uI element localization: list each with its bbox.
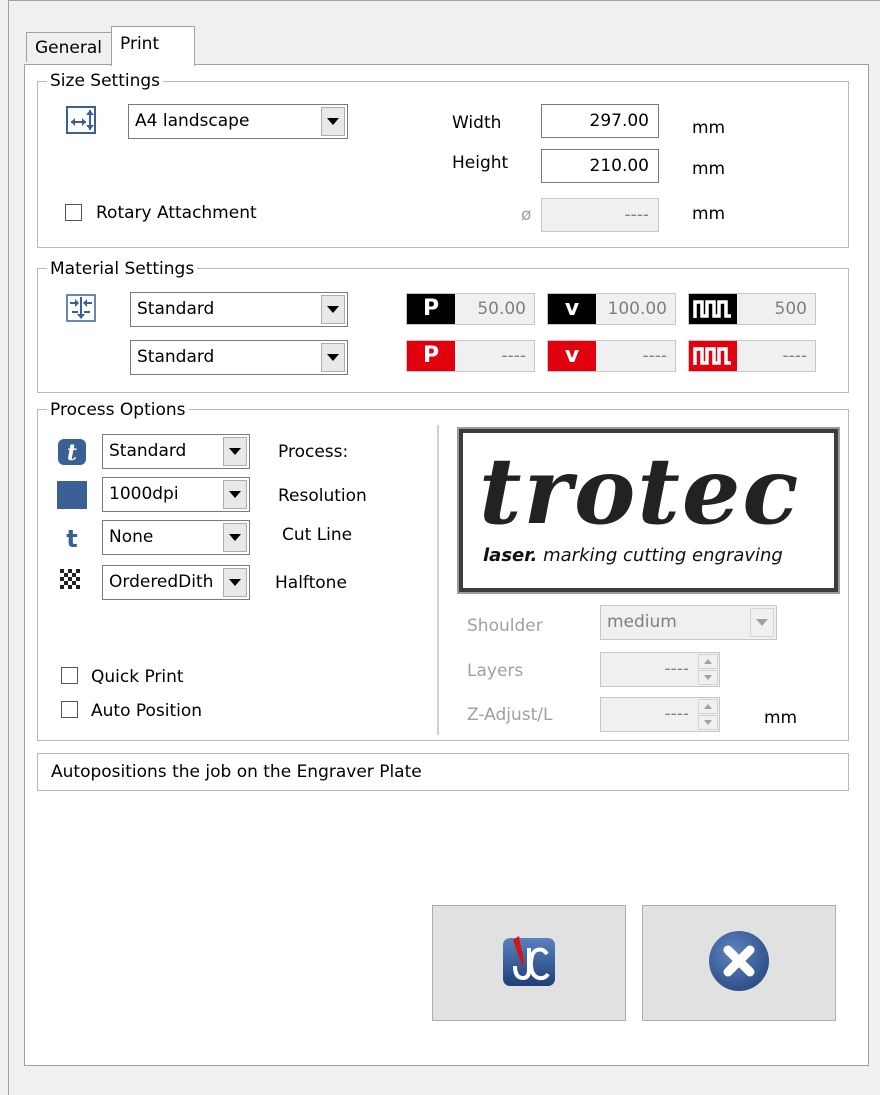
chevron-down-icon[interactable]: [223, 523, 247, 552]
material-database-icon[interactable]: [66, 294, 96, 322]
material-value-1: Standard: [137, 299, 215, 319]
chevron-down-icon[interactable]: [223, 568, 247, 597]
process-divider: [437, 425, 440, 735]
cutline-value: None: [109, 527, 154, 547]
power-icon: P: [407, 341, 455, 371]
cutline-label: Cut Line: [282, 525, 353, 545]
halftone-icon: [57, 566, 87, 594]
process-options-title: Process Options: [47, 400, 189, 420]
height-label: Height: [452, 153, 509, 173]
process-label: Process:: [278, 442, 349, 462]
logo-wordmark: trotec: [479, 437, 801, 545]
chevron-down-icon[interactable]: [223, 437, 247, 466]
power-icon: P: [407, 294, 455, 324]
velocity-field-1[interactable]: v 100.00: [547, 293, 676, 325]
chevron-down-icon[interactable]: [321, 295, 345, 324]
quick-print-checkbox[interactable]: [61, 667, 78, 684]
layers-spinner[interactable]: ----: [600, 652, 720, 687]
cutline-select[interactable]: None: [102, 520, 250, 555]
jobcontrol-icon: [499, 932, 559, 995]
frequency-field-2[interactable]: ----: [688, 340, 816, 372]
trotec-logo: trotec laser. marking cutting engraving: [457, 427, 840, 594]
power-value-2: ----: [501, 346, 526, 366]
width-input[interactable]: 297.00: [541, 104, 659, 138]
power-field-1[interactable]: P 50.00: [406, 293, 535, 325]
chevron-down-icon[interactable]: [321, 107, 345, 136]
frequency-value-2: ----: [782, 346, 807, 366]
svg-text:t: t: [67, 440, 77, 466]
rotary-checkbox[interactable]: [65, 204, 82, 221]
size-settings-title: Size Settings: [47, 71, 164, 91]
status-hint: Autopositions the job on the Engraver Pl…: [37, 753, 849, 791]
material-select-1[interactable]: Standard: [130, 292, 348, 327]
halftone-select[interactable]: OrderedDith: [102, 565, 250, 600]
width-label: Width: [452, 113, 502, 133]
halftone-label: Halftone: [275, 573, 347, 593]
material-value-2: Standard: [137, 347, 215, 367]
velocity-value-2: ----: [642, 346, 667, 366]
velocity-icon: v: [548, 294, 596, 324]
spin-down-icon[interactable]: [698, 715, 718, 730]
shoulder-value: medium: [607, 612, 677, 632]
page-size-select[interactable]: A4 landscape: [128, 104, 348, 139]
resolution-value: 1000dpi: [109, 484, 179, 504]
frequency-field-1[interactable]: 500: [688, 293, 816, 325]
zadjust-value: ----: [664, 704, 689, 724]
power-field-2[interactable]: P ----: [406, 340, 535, 372]
resolution-select[interactable]: 1000dpi: [102, 477, 250, 512]
tab-print[interactable]: Print: [111, 26, 195, 66]
chevron-down-icon[interactable]: [750, 608, 774, 637]
spin-up-icon[interactable]: [698, 654, 718, 669]
close-circle-icon: [707, 929, 771, 998]
resolution-icon: [57, 481, 87, 509]
auto-position-label: Auto Position: [91, 701, 203, 721]
page-size-icon[interactable]: [66, 106, 96, 134]
logo-tagline: laser. marking cutting engraving: [483, 545, 783, 566]
diameter-unit: mm: [692, 204, 726, 224]
velocity-value-1: 100.00: [607, 299, 667, 319]
spin-down-icon[interactable]: [698, 670, 718, 685]
spin-up-icon[interactable]: [698, 699, 718, 714]
auto-position-checkbox[interactable]: [61, 701, 78, 718]
chevron-down-icon[interactable]: [223, 480, 247, 509]
chevron-down-icon[interactable]: [321, 343, 345, 372]
resolution-label: Resolution: [278, 486, 367, 506]
diameter-input[interactable]: ----: [541, 198, 659, 232]
process-select[interactable]: Standard: [102, 434, 250, 469]
shoulder-label: Shoulder: [467, 616, 543, 636]
logo-tag-bold: laser.: [483, 545, 538, 566]
velocity-icon: v: [548, 341, 596, 371]
page-size-value: A4 landscape: [135, 111, 250, 131]
tab-general[interactable]: General: [26, 32, 112, 62]
frequency-icon: [689, 341, 737, 371]
zadjust-label: Z-Adjust/L: [467, 705, 553, 725]
frequency-icon: [689, 294, 737, 324]
width-unit: mm: [692, 118, 726, 138]
logo-tag-rest: marking cutting engraving: [537, 545, 783, 566]
svg-text:t: t: [66, 525, 77, 552]
zadjust-spinner[interactable]: ----: [600, 697, 720, 732]
material-settings-title: Material Settings: [47, 259, 198, 279]
jobcontrol-button[interactable]: [432, 905, 626, 1021]
cutline-icon: t: [57, 524, 87, 553]
rotary-label: Rotary Attachment: [96, 203, 257, 223]
layers-value: ----: [664, 659, 689, 679]
process-icon: t: [57, 438, 87, 466]
halftone-value: OrderedDith: [109, 572, 214, 592]
height-input[interactable]: 210.00: [541, 149, 659, 183]
diameter-symbol: ø: [521, 205, 532, 225]
height-unit: mm: [692, 159, 726, 179]
zadjust-unit: mm: [764, 708, 798, 728]
material-select-2[interactable]: Standard: [130, 340, 348, 375]
power-value-1: 50.00: [477, 299, 526, 319]
layers-label: Layers: [467, 661, 524, 681]
process-value: Standard: [109, 441, 187, 461]
velocity-field-2[interactable]: v ----: [547, 340, 676, 372]
frequency-value-1: 500: [774, 299, 807, 319]
shoulder-select[interactable]: medium: [600, 605, 777, 640]
cancel-button[interactable]: [642, 905, 836, 1021]
quick-print-label: Quick Print: [91, 667, 184, 687]
